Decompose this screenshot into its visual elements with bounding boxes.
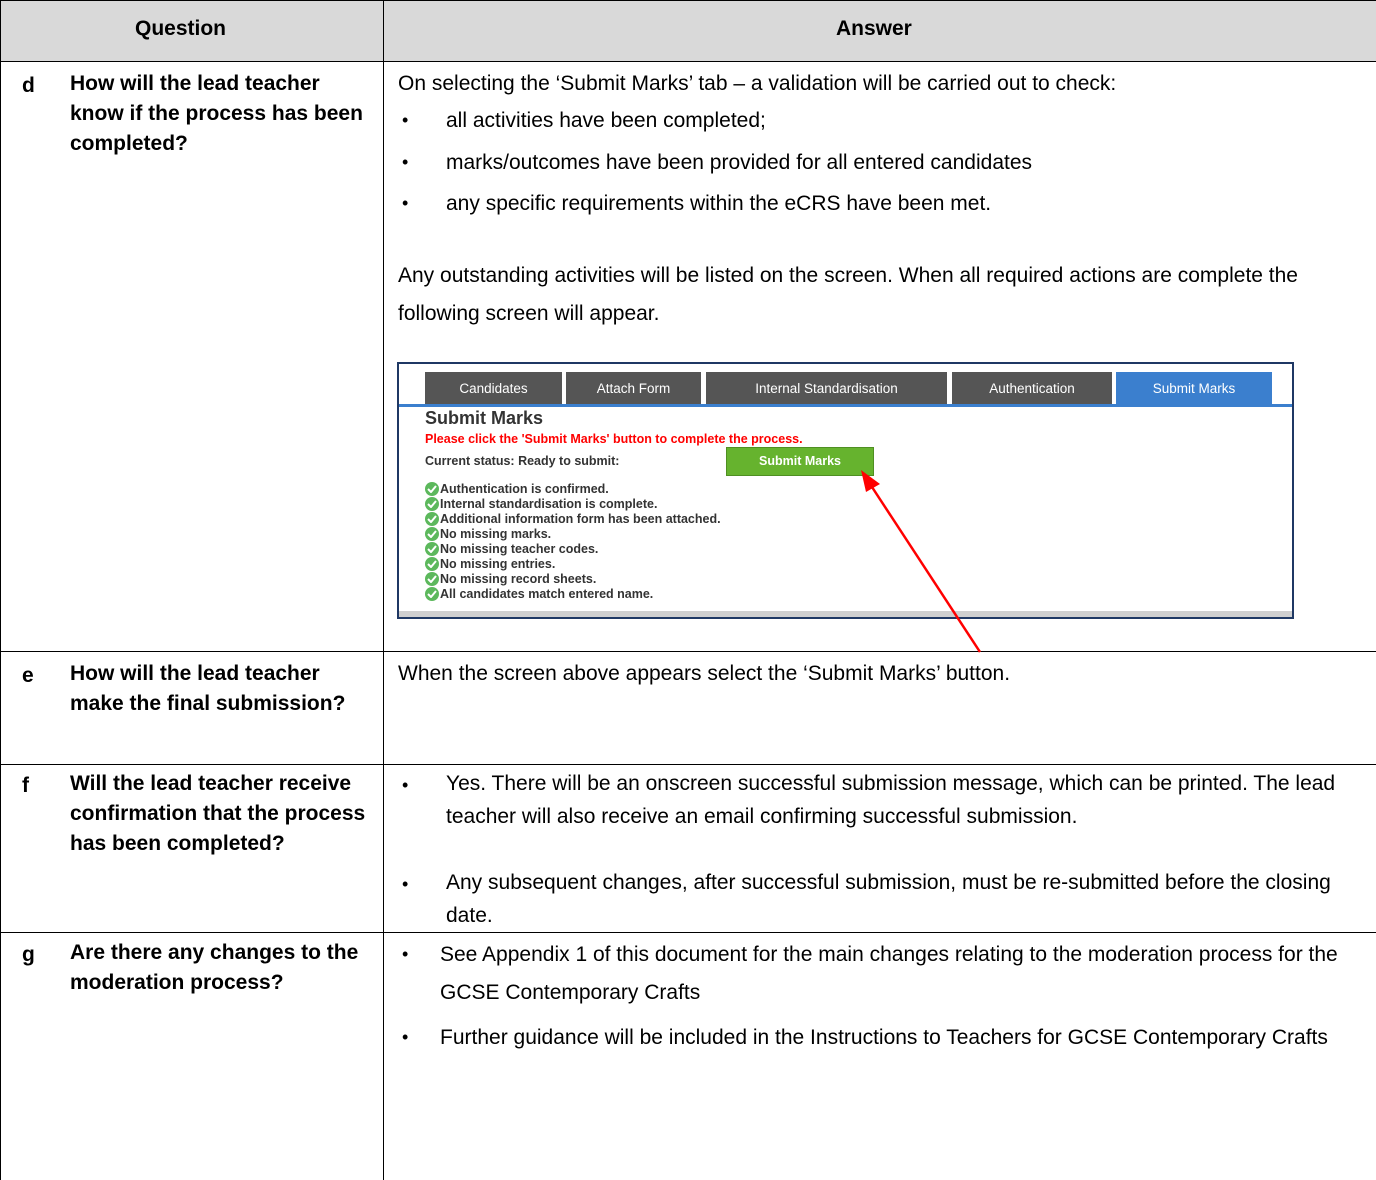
answer-text: When the screen above appears select the… (398, 662, 1011, 685)
bullet-icon: • (402, 1027, 409, 1047)
bullet-icon: • (402, 944, 409, 964)
answer-bullet: Further guidance will be included in the… (440, 1026, 1328, 1049)
answer-bullet: See Appendix 1 of this document for the … (440, 943, 1338, 1004)
question-text: How will the lead teacher make the final… (70, 662, 346, 715)
bullet-icon: • (402, 775, 409, 795)
row-letter: f (22, 774, 29, 797)
answer-bullet: Yes. There will be an onscreen successfu… (446, 772, 1336, 828)
bullet-icon: • (402, 874, 409, 894)
question-text: Will the lead teacher receive confirmati… (70, 772, 366, 855)
row-letter: g (22, 943, 35, 966)
answer-bullet: Any subsequent changes, after successful… (446, 871, 1331, 927)
question-text: Are there any changes to the moderation … (70, 941, 359, 994)
row-letter: e (22, 664, 34, 687)
